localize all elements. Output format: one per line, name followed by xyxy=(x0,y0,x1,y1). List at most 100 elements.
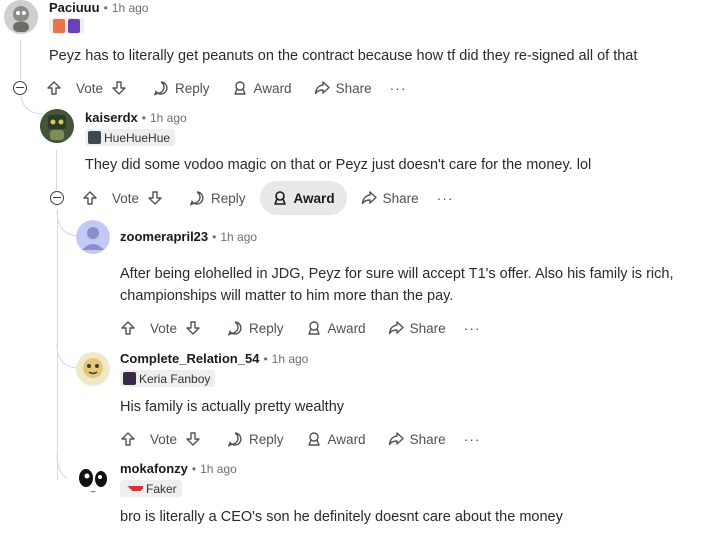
comment-header: mokafonzy • 1h ago xyxy=(120,461,237,476)
username[interactable]: mokafonzy xyxy=(120,461,188,476)
comment-header: Paciuuu • 1h ago xyxy=(49,0,148,15)
reply-label: Reply xyxy=(249,431,284,447)
avatar[interactable] xyxy=(74,460,112,498)
vote-label: Vote xyxy=(150,320,178,336)
user-flair: HueHueHue xyxy=(85,129,176,146)
user-badges xyxy=(49,18,84,34)
comment-text: bro is literally a CEO's son he definite… xyxy=(120,509,563,525)
award-button[interactable]: Award xyxy=(259,181,347,215)
award-label: Award xyxy=(253,80,292,96)
reply-icon xyxy=(153,81,168,96)
comment-text: His family is actually pretty wealthy xyxy=(120,399,345,415)
comment-text: Peyz has to literally get peanuts on the… xyxy=(49,48,638,64)
award-label: Award xyxy=(327,320,366,336)
reply-button[interactable]: Reply xyxy=(219,422,292,456)
upvote-icon[interactable] xyxy=(120,320,136,336)
upvote-icon[interactable] xyxy=(46,80,62,96)
comment-actions: Vote Reply Award Share ··· xyxy=(76,181,464,215)
comment-actions: Vote Reply Award Share ··· xyxy=(114,311,491,345)
share-button[interactable]: Share xyxy=(380,311,454,345)
award-icon xyxy=(233,81,246,95)
collapse-thread-button[interactable] xyxy=(50,191,64,205)
separator-dot: • xyxy=(212,229,217,244)
username[interactable]: Complete_Relation_54 xyxy=(120,351,259,366)
award-button[interactable]: Award xyxy=(298,422,374,456)
username[interactable]: zoomerapril23 xyxy=(120,229,208,244)
separator-dot: • xyxy=(263,351,268,366)
comment-text: They did some vodoo magic on that or Pey… xyxy=(85,157,592,173)
thread-line-root xyxy=(20,40,21,80)
flair-label: HueHueHue xyxy=(104,130,171,145)
separator-dot: • xyxy=(141,110,146,125)
avatar[interactable] xyxy=(4,0,38,34)
share-label: Share xyxy=(409,431,446,447)
award-button[interactable]: Award xyxy=(224,71,300,105)
upvote-icon[interactable] xyxy=(120,431,136,447)
share-icon xyxy=(361,191,377,205)
comment-header: zoomerapril23 • 1h ago xyxy=(120,229,257,244)
share-icon xyxy=(388,321,404,335)
share-label: Share xyxy=(382,190,419,206)
reply-label: Reply xyxy=(175,80,210,96)
timestamp[interactable]: 1h ago xyxy=(272,352,309,366)
flair-icon xyxy=(123,372,136,385)
vote-controls: Vote xyxy=(114,311,213,345)
share-label: Share xyxy=(409,320,446,336)
flair-label: Keria Fanboy xyxy=(139,371,211,386)
vote-label: Vote xyxy=(112,190,140,206)
vote-controls: Vote xyxy=(114,422,213,456)
username[interactable]: kaiserdx xyxy=(85,110,138,125)
user-flair: Faker xyxy=(120,480,182,497)
reply-label: Reply xyxy=(211,190,246,206)
timestamp[interactable]: 1h ago xyxy=(220,230,257,244)
award-label: Award xyxy=(327,431,366,447)
timestamp[interactable]: 1h ago xyxy=(150,111,187,125)
badge-icon xyxy=(53,19,65,33)
reply-button[interactable]: Reply xyxy=(181,181,254,215)
separator-dot: • xyxy=(191,461,197,476)
share-button[interactable]: Share xyxy=(380,422,454,456)
more-options-button[interactable]: ··· xyxy=(380,80,417,96)
username[interactable]: Paciuuu xyxy=(49,0,100,15)
more-options-button[interactable]: ··· xyxy=(427,190,464,206)
reply-button[interactable]: Reply xyxy=(145,71,218,105)
avatar[interactable] xyxy=(40,109,74,143)
t1-logo-icon xyxy=(127,486,143,491)
share-icon xyxy=(388,432,404,446)
reply-icon xyxy=(227,432,242,447)
share-icon xyxy=(314,81,330,95)
comment-header: kaiserdx • 1h ago xyxy=(85,110,187,125)
vote-controls: Vote xyxy=(76,181,175,215)
reply-label: Reply xyxy=(249,320,284,336)
avatar[interactable] xyxy=(76,352,110,386)
timestamp[interactable]: 1h ago xyxy=(112,1,149,15)
timestamp[interactable]: 1h ago xyxy=(200,462,237,476)
more-options-button[interactable]: ··· xyxy=(454,320,491,336)
award-button[interactable]: Award xyxy=(298,311,374,345)
reply-icon xyxy=(227,321,242,336)
collapse-thread-button[interactable] xyxy=(13,81,27,95)
comment-text-line: championships will matter to him more th… xyxy=(120,288,454,304)
share-button[interactable]: Share xyxy=(306,71,380,105)
upvote-icon[interactable] xyxy=(82,190,98,206)
share-label: Share xyxy=(335,80,372,96)
award-icon xyxy=(307,432,320,446)
award-icon xyxy=(273,191,286,205)
comment-text: After being elohelled in JDG, Peyz for s… xyxy=(120,263,673,307)
downvote-icon[interactable] xyxy=(185,431,201,447)
vote-controls: Vote xyxy=(40,71,139,105)
share-button[interactable]: Share xyxy=(353,181,427,215)
reply-icon xyxy=(189,191,204,206)
downvote-icon[interactable] xyxy=(185,320,201,336)
reply-button[interactable]: Reply xyxy=(219,311,292,345)
flair-icon xyxy=(88,131,101,144)
more-options-button[interactable]: ··· xyxy=(454,431,491,447)
award-label: Award xyxy=(293,190,335,206)
award-icon xyxy=(307,321,320,335)
separator-dot: • xyxy=(103,0,108,15)
downvote-icon[interactable] xyxy=(111,80,127,96)
vote-label: Vote xyxy=(76,80,104,96)
comment-actions: Vote Reply Award Share ··· xyxy=(40,71,417,105)
avatar[interactable] xyxy=(76,220,110,254)
downvote-icon[interactable] xyxy=(147,190,163,206)
